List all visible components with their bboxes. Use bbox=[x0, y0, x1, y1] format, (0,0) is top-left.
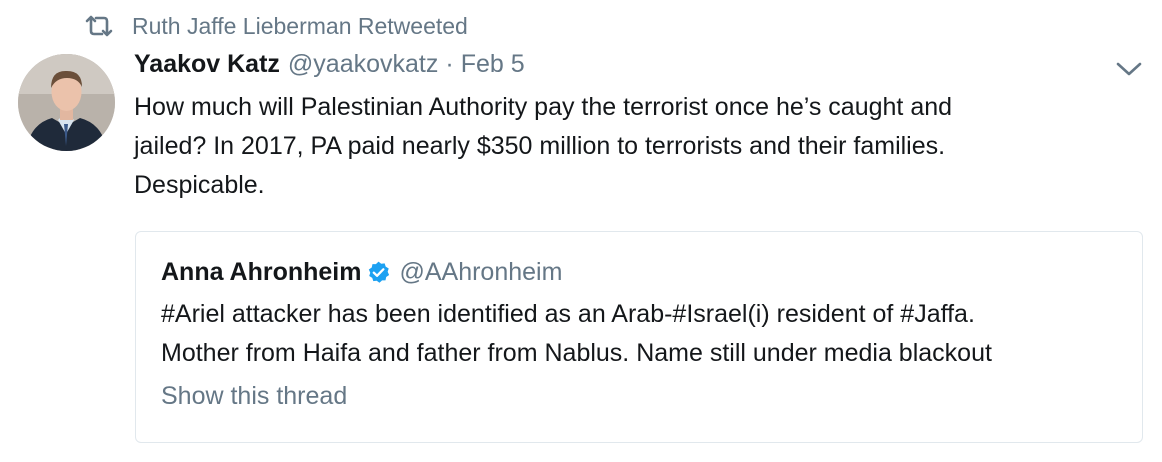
quoted-author-name: Anna Ahronheim bbox=[161, 258, 362, 286]
header-separator: · bbox=[445, 50, 454, 78]
tweet-text-line: jailed? In 2017, PA paid nearly $350 mil… bbox=[134, 132, 946, 160]
quoted-tweet-card[interactable]: Anna Ahronheim @AAhronheim #Ariel attack… bbox=[135, 231, 1143, 443]
retweet-label[interactable]: Ruth Jaffe Lieberman Retweeted bbox=[132, 13, 468, 40]
author-name[interactable]: Yaakov Katz bbox=[134, 50, 280, 79]
quoted-text-line: Mother from Haifa and father from Nablus… bbox=[161, 339, 992, 367]
retweet-icon bbox=[84, 14, 114, 38]
author-handle[interactable]: @yaakovkatz bbox=[288, 50, 438, 79]
quoted-author-handle: @AAhronheim bbox=[399, 258, 563, 286]
quoted-text-line: #Ariel attacker has been identified as a… bbox=[161, 300, 975, 328]
verified-badge-icon bbox=[366, 260, 391, 285]
tweet-header: Yaakov Katz @yaakovkatz · Feb 5 bbox=[134, 50, 525, 84]
retweet-context: Ruth Jaffe Lieberman Retweeted bbox=[84, 10, 468, 42]
avatar[interactable] bbox=[18, 54, 115, 151]
tweet-text-line: Despicable. bbox=[134, 171, 265, 199]
quoted-tweet-text: #Ariel attacker has been identified as a… bbox=[161, 295, 1121, 373]
tweet-menu-button[interactable] bbox=[1114, 56, 1144, 82]
tweet-text-line: How much will Palestinian Authority pay … bbox=[134, 93, 953, 121]
chevron-down-icon bbox=[1114, 62, 1144, 86]
quoted-tweet-header: Anna Ahronheim @AAhronheim bbox=[161, 258, 562, 287]
tweet-text: How much will Palestinian Authority pay … bbox=[134, 88, 1134, 205]
show-thread-link[interactable]: Show this thread bbox=[161, 382, 347, 411]
tweet-date[interactable]: Feb 5 bbox=[461, 50, 525, 79]
